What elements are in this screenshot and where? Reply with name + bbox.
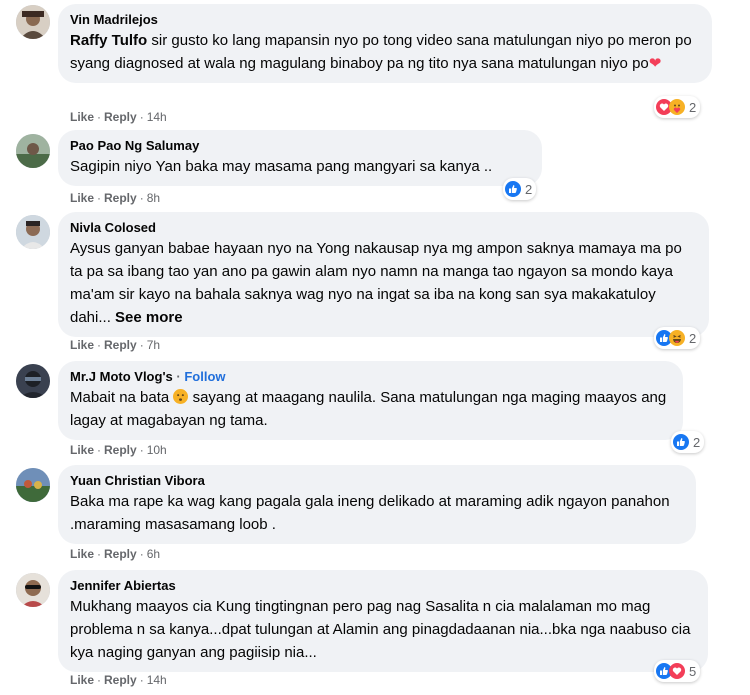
reaction-summary[interactable]: 2 xyxy=(671,431,705,453)
comment-author[interactable]: Vin Madrilejos xyxy=(70,11,700,28)
comment-bubble: Jennifer Abiertas Mukhang maayos cia Kun… xyxy=(58,570,708,672)
comment-bubble: Yuan Christian Vibora Baka ma rape ka wa… xyxy=(58,465,696,544)
like-action[interactable]: Like xyxy=(70,547,94,561)
reply-action[interactable]: Reply xyxy=(104,443,137,457)
avatar[interactable] xyxy=(16,364,50,398)
avatar[interactable] xyxy=(16,215,50,249)
comment-actions: Like · Reply · 7h xyxy=(70,338,161,352)
like-action[interactable]: Like xyxy=(70,191,94,205)
comment-actions: Like · Reply · 6h xyxy=(70,547,161,561)
comment-time[interactable]: 10h xyxy=(147,443,167,457)
like-icon xyxy=(673,434,689,450)
reaction-count: 5 xyxy=(689,663,697,679)
reaction-count: 2 xyxy=(689,99,697,115)
see-more-link[interactable]: See more xyxy=(115,309,183,326)
care-icon xyxy=(669,99,685,115)
comment-time[interactable]: 14h xyxy=(147,673,167,687)
reaction-count: 2 xyxy=(525,181,533,197)
reaction-count: 2 xyxy=(689,330,697,346)
reply-action[interactable]: Reply xyxy=(104,191,137,205)
haha-icon xyxy=(669,330,685,346)
like-action[interactable]: Like xyxy=(70,673,94,687)
comment-actions: Like · Reply · 14h xyxy=(70,110,167,124)
follow-button[interactable]: Follow xyxy=(184,369,225,384)
comment-bubble: Vin Madrilejos Raffy Tulfo sir gusto ko … xyxy=(58,4,712,83)
comment-author[interactable]: Nivla Colosed xyxy=(70,219,697,236)
comment-bubble: Nivla Colosed Aysus ganyan babae hayaan … xyxy=(58,212,709,337)
comment-text: Baka ma rape ka wag kang pagala gala ine… xyxy=(70,493,670,533)
comment-time[interactable]: 7h xyxy=(147,338,160,352)
avatar[interactable] xyxy=(16,573,50,607)
comment-author-name[interactable]: Mr.J Moto Vlog's xyxy=(70,369,173,384)
comment-actions: Like · Reply · 10h xyxy=(70,443,167,457)
like-action[interactable]: Like xyxy=(70,443,94,457)
comment-time[interactable]: 8h xyxy=(147,191,160,205)
avatar[interactable] xyxy=(16,5,50,39)
avatar[interactable] xyxy=(16,468,50,502)
comment-text: Raffy Tulfo sir gusto ko lang mapansin n… xyxy=(70,32,692,72)
reaction-count: 2 xyxy=(693,434,701,450)
comment-actions: Like · Reply · 8h xyxy=(70,191,161,205)
mention-link[interactable]: Raffy Tulfo xyxy=(70,32,147,49)
comment-bubble: Mr.J Moto Vlog's · Follow Mabait na bata… xyxy=(58,361,683,440)
frowning-emoji xyxy=(173,388,189,404)
comment-text: Sagipin niyo Yan baka may masama pang ma… xyxy=(70,158,493,175)
comment-author[interactable]: Pao Pao Ng Salumay xyxy=(70,137,530,154)
reply-action[interactable]: Reply xyxy=(104,110,137,124)
reply-action[interactable]: Reply xyxy=(104,547,137,561)
like-action[interactable]: Like xyxy=(70,110,94,124)
love-icon xyxy=(669,663,685,679)
comment-author[interactable]: Jennifer Abiertas xyxy=(70,577,696,594)
comment-bubble: Pao Pao Ng Salumay Sagipin niyo Yan baka… xyxy=(58,130,542,186)
avatar[interactable] xyxy=(16,134,50,168)
reaction-summary[interactable]: 5 xyxy=(654,660,701,682)
like-action[interactable]: Like xyxy=(70,338,94,352)
comment-actions: Like · Reply · 14h xyxy=(70,673,167,687)
like-icon xyxy=(505,181,521,197)
reaction-summary[interactable]: 2 xyxy=(654,327,701,349)
reply-action[interactable]: Reply xyxy=(104,338,137,352)
comment-author[interactable]: Yuan Christian Vibora xyxy=(70,472,684,489)
comment-time[interactable]: 6h xyxy=(147,547,160,561)
reply-action[interactable]: Reply xyxy=(104,673,137,687)
reaction-summary[interactable]: 2 xyxy=(654,96,701,118)
comment-text: Aysus ganyan babae hayaan nyo na Yong na… xyxy=(70,240,682,326)
comment-author: Mr.J Moto Vlog's · Follow xyxy=(70,369,226,384)
reaction-summary[interactable]: 2 xyxy=(503,178,537,200)
heart-emoji: ❤ xyxy=(648,55,662,72)
comment-time[interactable]: 14h xyxy=(147,110,167,124)
comment-text: Mabait na bata sayang at maagang naulila… xyxy=(70,388,667,429)
comment-text: Mukhang maayos cia Kung tingtingnan pero… xyxy=(70,598,691,661)
